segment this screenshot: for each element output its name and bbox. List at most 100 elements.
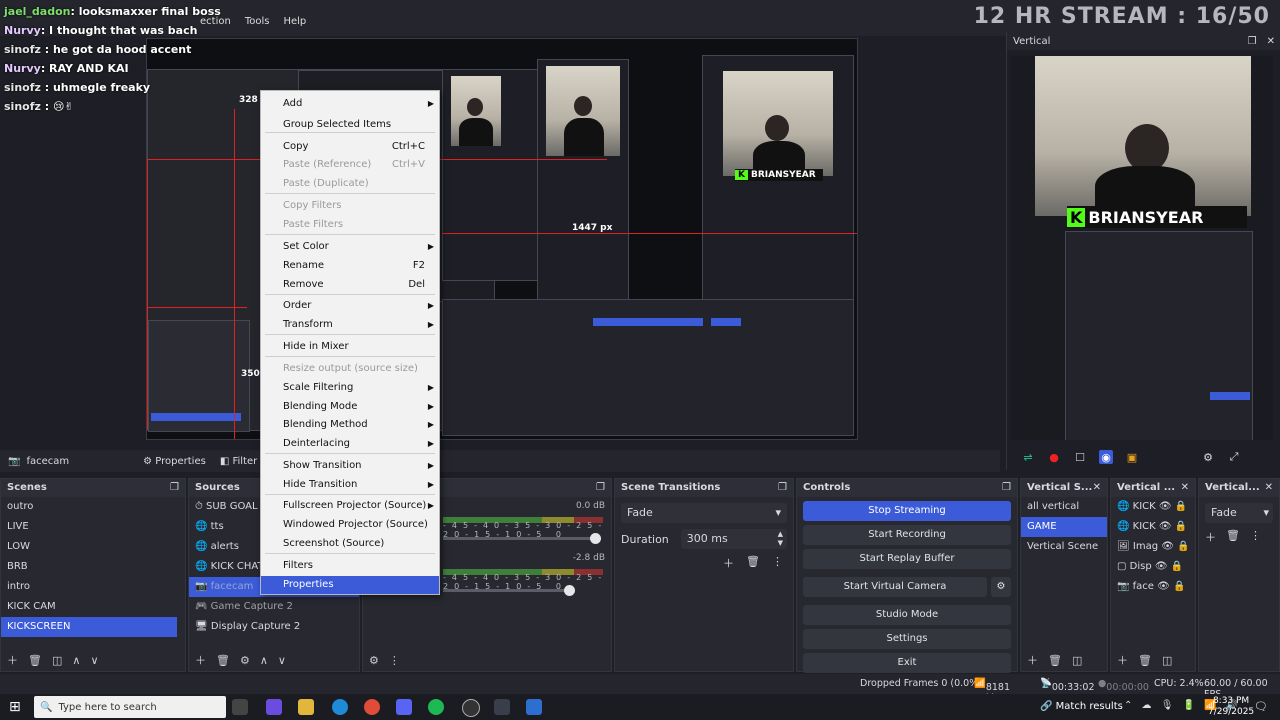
download-icon[interactable] xyxy=(526,699,542,715)
record-icon[interactable]: ● xyxy=(1047,450,1061,464)
virtual-camera-settings-icon[interactable]: ⚙ xyxy=(991,577,1011,597)
menu-item-properties[interactable]: Properties xyxy=(261,576,439,594)
scene-filters-icon[interactable]: ◫ xyxy=(52,654,62,667)
filters-icon[interactable]: ◫ xyxy=(1162,654,1172,667)
menu-icon[interactable]: ⋮ xyxy=(1250,529,1261,545)
menu-item-windowed-projector-source[interactable]: Windowed Projector (Source) xyxy=(261,516,439,534)
menu-item-blending-mode[interactable]: Blending Mode ▶ xyxy=(261,398,439,416)
duration-input[interactable]: 300 ms ▲ ▼ xyxy=(680,529,787,549)
close-icon[interactable]: ✕ xyxy=(1267,36,1275,47)
gear-icon[interactable]: ⚙ xyxy=(1201,450,1215,464)
add-scene-icon[interactable]: ＋ xyxy=(7,652,18,668)
vertical-scene-item[interactable]: all vertical xyxy=(1021,497,1107,517)
vertical-scene-item-selected[interactable]: GAME xyxy=(1021,517,1107,537)
split-icon[interactable]: ▣ xyxy=(1125,450,1139,464)
add-icon[interactable]: ＋ xyxy=(1027,652,1038,668)
transition-select[interactable]: Fade ▾ xyxy=(621,503,787,523)
menu-help[interactable]: Help xyxy=(283,16,306,27)
clock[interactable]: 8:33 PM 7/29/2025 xyxy=(1208,696,1254,718)
properties-button[interactable]: ⚙ Properties xyxy=(143,456,206,467)
task-view-icon[interactable] xyxy=(232,699,248,715)
menu-item-blending-method[interactable]: Blending Method ▶ xyxy=(261,416,439,434)
main-preview-canvas[interactable]: K BRIANSYEAR 328 p 1447 px 350 p xyxy=(146,38,858,440)
menu-item-hide-in-mixer[interactable]: Hide in Mixer xyxy=(261,338,439,356)
menu-item-add[interactable]: Add ▶ xyxy=(261,95,439,113)
remove-source-icon[interactable]: 🗑 xyxy=(216,654,230,667)
discord-icon[interactable] xyxy=(396,699,412,715)
source-item[interactable]: 🎮 Game Capture 2 xyxy=(189,597,359,617)
vertical-scene-item[interactable]: Vertical Scene xyxy=(1021,537,1107,557)
start-replay-buffer-button[interactable]: Start Replay Buffer xyxy=(803,549,1011,569)
scene-item[interactable]: LOW xyxy=(1,537,177,557)
menu-item-hide-transition[interactable]: Hide Transition ▶ xyxy=(261,476,439,494)
vertical-transition-select[interactable]: Fade ▾ xyxy=(1205,503,1273,523)
app-icon[interactable] xyxy=(494,699,510,715)
move-up-icon[interactable]: ∧ xyxy=(260,654,268,667)
exit-button[interactable]: Exit xyxy=(803,653,1011,673)
filters-icon[interactable]: ◫ xyxy=(1072,654,1082,667)
remove-icon[interactable]: 🗑 xyxy=(1138,654,1152,667)
vertical-source-item[interactable]: 🌐 KICK 👁 🔒 xyxy=(1111,497,1195,517)
float-icon[interactable]: ❐ xyxy=(1002,479,1011,497)
close-icon[interactable]: ✕ xyxy=(1265,479,1273,497)
volume-slider[interactable] xyxy=(443,533,601,544)
float-icon[interactable]: ❐ xyxy=(170,479,179,497)
settings-button[interactable]: Settings xyxy=(803,629,1011,649)
obs-icon[interactable] xyxy=(462,699,480,717)
start-virtual-camera-button[interactable]: Start Virtual Camera xyxy=(803,577,987,597)
match-results[interactable]: 🔗 Match results xyxy=(1040,701,1123,712)
move-up-icon[interactable]: ∧ xyxy=(72,654,80,667)
menu-item-show-transition[interactable]: Show Transition ▶ xyxy=(261,457,439,475)
move-down-icon[interactable]: ∨ xyxy=(90,654,98,667)
menu-item-group-selected-items[interactable]: Group Selected Items xyxy=(261,116,439,134)
chrome-icon[interactable] xyxy=(364,699,380,715)
backtrack-icon[interactable]: ☐ xyxy=(1073,450,1087,464)
windows-start-icon[interactable]: ⊞ xyxy=(9,699,21,715)
source-properties-icon[interactable]: ⚙ xyxy=(240,654,250,667)
mixer-menu-icon[interactable]: ⋮ xyxy=(389,654,400,667)
menu-item-rename[interactable]: Rename F2 xyxy=(261,257,439,275)
scene-item-selected[interactable]: KICKSCREEN xyxy=(1,617,177,637)
menu-item-order[interactable]: Order ▶ xyxy=(261,297,439,315)
menu-item-fullscreen-projector-source[interactable]: Fullscreen Projector (Source) ▶ xyxy=(261,497,439,515)
stop-streaming-button[interactable]: Stop Streaming xyxy=(803,501,1011,521)
mixer-settings-icon[interactable]: ⚙ xyxy=(369,654,379,667)
edge-icon[interactable] xyxy=(332,699,348,715)
remove-scene-icon[interactable]: 🗑 xyxy=(28,654,42,667)
source-item[interactable]: 🖥 Display Capture 2 xyxy=(189,617,359,637)
menu-item-filters[interactable]: Filters xyxy=(261,557,439,575)
menu-tools[interactable]: Tools xyxy=(245,16,270,27)
scene-item[interactable]: LIVE xyxy=(1,517,177,537)
float-icon[interactable]: ❐ xyxy=(596,479,605,497)
float-icon[interactable]: ❐ xyxy=(778,479,787,497)
menu-item-remove[interactable]: Remove Del xyxy=(261,276,439,294)
scene-item[interactable]: BRB xyxy=(1,557,177,577)
add-source-icon[interactable]: ＋ xyxy=(195,652,206,668)
add-transition-icon[interactable]: ＋ xyxy=(723,555,734,571)
float-icon[interactable]: ❐ xyxy=(1248,36,1257,47)
stream-icon[interactable]: ⇌ xyxy=(1021,450,1035,464)
remove-icon[interactable]: 🗑 xyxy=(1048,654,1062,667)
close-icon[interactable]: ✕ xyxy=(1181,479,1189,497)
notifications-icon[interactable]: 🗨 xyxy=(1254,700,1268,713)
volume-slider[interactable] xyxy=(443,585,575,596)
transition-menu-icon[interactable]: ⋮ xyxy=(772,555,783,571)
remove-icon[interactable]: 🗑 xyxy=(1226,529,1240,545)
file-explorer-icon[interactable] xyxy=(298,699,314,715)
taskbar-search[interactable]: 🔍 Type here to search xyxy=(34,696,226,718)
menu-item-copy[interactable]: Copy Ctrl+C xyxy=(261,138,439,156)
vertical-source-item[interactable]: ▢ Disp 👁 🔒 xyxy=(1111,557,1195,577)
move-down-icon[interactable]: ∨ xyxy=(278,654,286,667)
remove-transition-icon[interactable]: 🗑 xyxy=(746,555,760,571)
menu-item-transform[interactable]: Transform ▶ xyxy=(261,316,439,334)
expand-icon[interactable]: ⤢ xyxy=(1227,450,1241,464)
menu-item-set-color[interactable]: Set Color ▶ xyxy=(261,238,439,256)
vertical-source-item[interactable]: 🌐 KICK 👁 🔒 xyxy=(1111,517,1195,537)
spotify-icon[interactable] xyxy=(428,699,444,715)
start-recording-button[interactable]: Start Recording xyxy=(803,525,1011,545)
filters-button[interactable]: ◧ Filter xyxy=(220,456,257,467)
menu-item-screenshot-source[interactable]: Screenshot (Source) xyxy=(261,535,439,553)
scene-item[interactable]: outro xyxy=(1,497,177,517)
add-icon[interactable]: ＋ xyxy=(1205,529,1216,545)
vertical-source-item[interactable]: 🖼 Imag 👁 🔒 xyxy=(1111,537,1195,557)
